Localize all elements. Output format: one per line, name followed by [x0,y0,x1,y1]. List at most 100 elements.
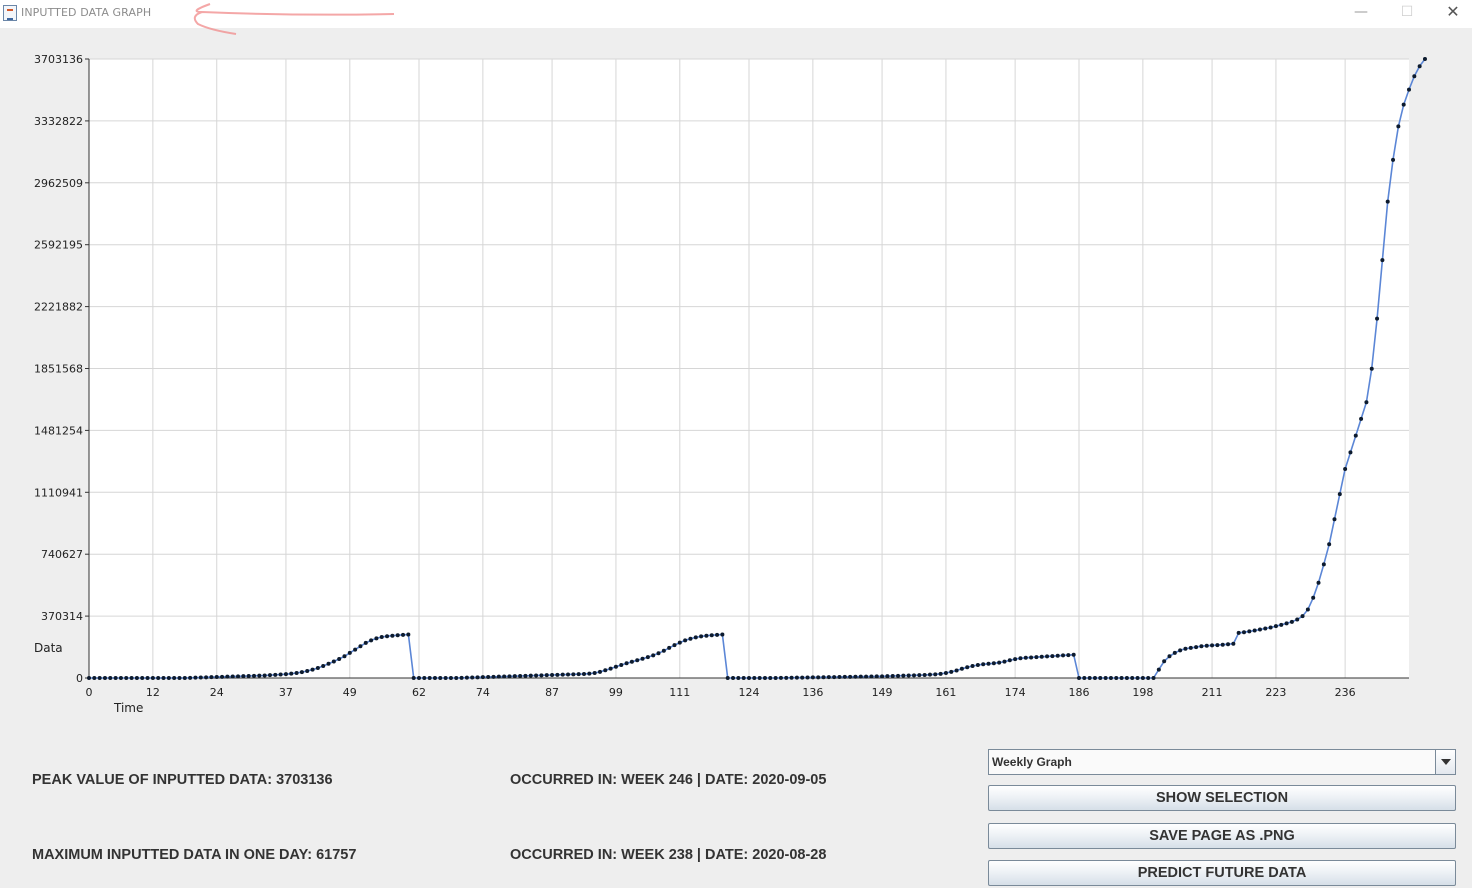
data-point [869,674,874,679]
data-point [1268,625,1273,630]
data-point [310,667,315,672]
peak-value-label: PEAK VALUE OF INPUTTED DATA: 3703136 [32,772,333,788]
data-point [1220,642,1225,647]
data-point [1289,619,1294,624]
data-point [379,635,384,640]
data-point [677,640,682,645]
x-tick-label: 62 [412,686,426,699]
title-bar: INPUTTED DATA GRAPH — ☐ ✕ [0,0,1472,35]
data-point [1082,676,1087,680]
data-point [566,672,571,677]
data-point [353,647,358,652]
data-point [1039,654,1044,659]
x-tick-label: 37 [279,686,293,699]
data-point [1061,653,1066,658]
y-tick-label: 740627 [41,548,83,561]
data-point [257,673,262,678]
data-point [204,675,209,680]
x-tick-label: 149 [872,686,893,699]
data-point [283,672,288,677]
x-tick-label: 74 [476,686,490,699]
data-point [800,675,805,680]
data-point [422,676,427,680]
data-point [1321,562,1326,567]
data-point [757,676,762,680]
data-point [486,674,491,679]
data-point [608,666,613,671]
chevron-down-icon[interactable] [1435,750,1455,774]
data-point [1215,643,1220,648]
x-tick-label: 0 [86,686,93,699]
data-point [1284,621,1289,626]
data-point [278,672,283,677]
data-point [1077,676,1081,680]
data-point [613,664,618,669]
data-point [773,676,778,680]
data-point [1183,646,1188,651]
y-tick-label: 2962509 [34,177,83,190]
data-point [182,676,187,680]
data-point [1300,614,1305,619]
data-point [1162,659,1167,664]
data-point [172,676,177,680]
data-point [858,674,863,679]
data-point [656,651,661,656]
data-point [709,633,714,638]
data-point [150,676,155,680]
data-point [1108,676,1113,680]
data-point [1247,629,1252,634]
data-point [1226,642,1231,647]
data-point [1023,655,1028,660]
data-point [661,648,666,653]
x-tick-label: 161 [935,686,956,699]
data-point [502,674,507,679]
data-point [1348,450,1353,455]
data-point [645,655,650,660]
data-point [672,643,677,648]
window-title: INPUTTED DATA GRAPH [21,6,152,19]
data-point [832,675,837,680]
data-point [496,674,501,679]
data-point [688,636,693,641]
data-point [448,676,453,680]
data-point [113,676,118,680]
data-point [629,659,634,664]
x-tick-label: 236 [1335,686,1356,699]
data-point [401,632,406,637]
data-point [188,675,193,680]
close-button[interactable]: ✕ [1430,0,1472,26]
data-point [134,676,139,680]
minimize-button[interactable]: — [1338,0,1384,26]
maximize-button[interactable]: ☐ [1384,0,1430,26]
y-tick-label: 1110941 [34,486,83,499]
data-point [1130,676,1135,680]
data-point [1018,656,1023,661]
graph-type-select[interactable]: Weekly Graph [988,749,1456,775]
data-point [592,670,597,675]
data-point [1002,659,1007,664]
data-point [582,671,586,676]
save-png-button[interactable]: SAVE PAGE AS .PNG [988,823,1456,849]
data-point [555,672,560,677]
data-point [273,672,278,677]
y-tick-label: 2592195 [34,239,83,252]
data-point [193,675,198,680]
data-point [1236,630,1241,635]
data-point [432,676,437,680]
data-point [640,656,645,661]
data-point [230,674,235,679]
show-selection-button[interactable]: SHOW SELECTION [988,785,1456,811]
data-point [459,675,464,680]
data-point [1369,366,1374,371]
data-point [576,672,581,677]
data-point [1140,676,1145,680]
data-point [225,674,230,679]
data-point [906,673,911,678]
data-point [1263,626,1268,631]
data-point [848,674,853,679]
data-point [470,675,475,680]
data-point [528,673,533,678]
data-point [534,673,539,678]
data-point [406,632,411,637]
predict-button[interactable]: PREDICT FUTURE DATA [988,860,1456,886]
